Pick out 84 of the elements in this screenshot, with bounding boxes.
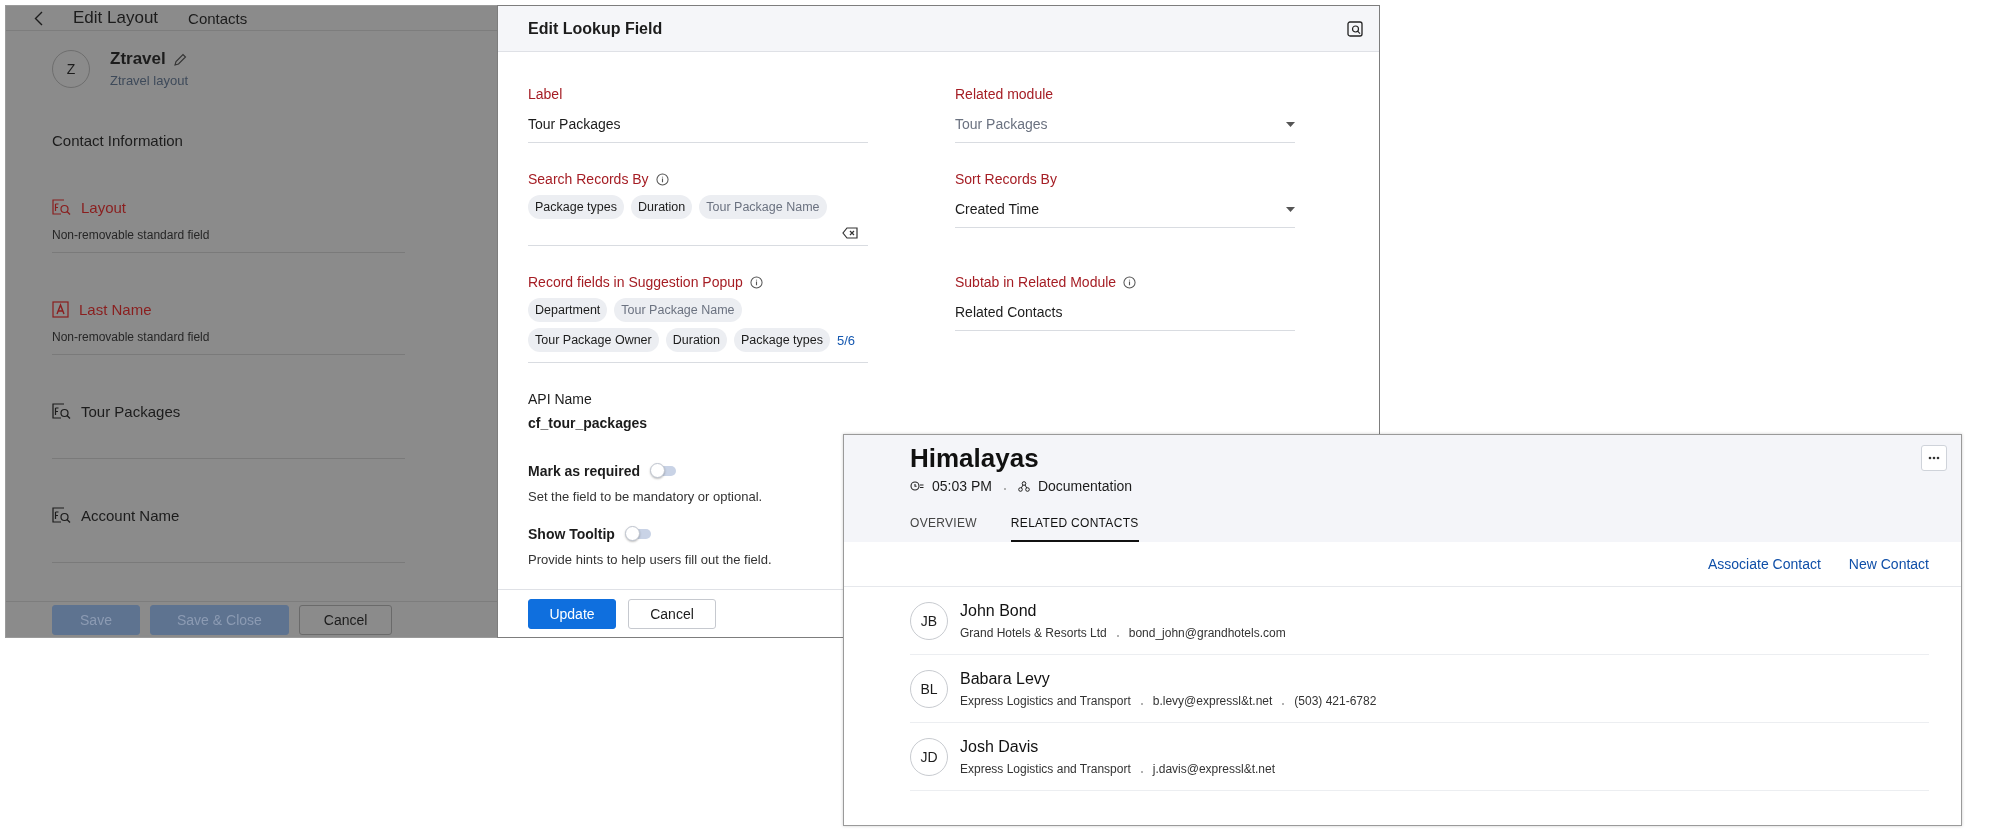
contact-detail: bond_john@grandhotels.com [1128,625,1286,640]
field-value: Created Time [955,201,1040,217]
field-label: Tour Packages [81,403,181,421]
layout-field[interactable]: Tour Packages [52,393,405,460]
field-chip: Package types [734,328,830,352]
pencil-icon[interactable] [173,53,187,66]
info-icon [749,275,763,289]
field-label: Sort Records By [955,171,1058,187]
contact-name[interactable]: Babara Levy [960,669,1377,688]
field-chip: Tour Package Name [614,298,742,322]
field-chip: Duration [665,328,727,352]
field-note: Non-removable standard field [52,228,211,243]
clear-icon[interactable] [842,227,858,239]
search-records-field[interactable]: Search Records By Package types Duration Tour Package Name [528,171,868,246]
record-tab[interactable]: OVERVIEW [910,516,977,542]
lookup-field-icon [52,507,71,525]
field-value: Tour Packages [955,116,1048,132]
layout-field[interactable]: Last Name Non-removable standard field [52,291,405,356]
field-label: Related module [955,86,1055,102]
hierarchy-icon [1017,480,1030,492]
field-label: Label [528,86,564,102]
page-title: Edit Layout [73,8,159,29]
contact-name[interactable]: John Bond [960,601,1286,620]
record-time: 05:03 PM [932,478,992,494]
toggle-hint: Provide hints to help users fill out the field. [528,552,773,567]
sort-records-select[interactable]: Sort Records By Created Time [955,171,1295,228]
record-tab[interactable]: RELATED CONTACTS [1010,516,1139,542]
info-icon [655,172,669,186]
module-name: Contacts [188,9,248,27]
field-chip: Department [528,298,608,322]
subtab-field[interactable]: Subtab in Related Module Related Contacts [955,274,1295,331]
field-note: Non-removable standard field [52,330,211,345]
section-title: Contact Information [52,132,184,150]
field-chip: Tour Package Name [699,195,827,219]
contact-detail: Express Logistics and Transport [960,761,1131,776]
form-button[interactable]: Cancel [298,604,393,635]
back-icon[interactable] [34,10,43,26]
caret-icon [1286,206,1295,212]
suggestion-fields-field[interactable]: Record fields in Suggestion Popup Department Tour Package Name Tour Package Owner Duration Package types 5/6 [528,274,868,363]
field-label: Record fields in Suggestion Popup [528,274,743,290]
more-icon [1928,456,1940,460]
field-label: Account Name [81,507,180,525]
field-label: Search Records By [528,171,649,187]
record-title: Himalayas [910,443,1039,474]
text-field-icon [52,301,69,319]
action-link[interactable]: New Contact [1848,556,1929,572]
clock-icon [910,481,924,491]
contact-detail: b.levy@expressl&t.net [1152,693,1273,708]
field-label: Layout [81,199,127,217]
field-label: Subtab in Related Module [955,274,1117,290]
layout-field[interactable]: Account Name [52,497,405,564]
record-category: Documentation [1037,478,1133,494]
toggle-label: Show Tooltip [528,526,615,542]
toggle-label: Mark as required [528,463,641,479]
field-chip: Duration [631,195,693,219]
toggle-switch[interactable] [652,466,677,476]
preview-icon[interactable] [1347,20,1363,37]
field-chip: Package types [528,195,624,219]
contact-detail: Grand Hotels & Resorts Ltd [960,625,1107,640]
info-icon [1123,275,1137,289]
contact-name[interactable]: Josh Davis [960,737,1275,756]
dialog-button[interactable]: Cancel [628,598,716,629]
layout-field[interactable]: Layout Non-removable standard field [52,189,405,254]
field-value: Tour Packages [528,116,622,132]
api-name-value: cf_tour_packages [528,415,649,431]
dialog-button[interactable]: Update [528,598,616,629]
contact-detail: (503) 421-6782 [1294,693,1377,708]
contact-detail: j.davis@expressl&t.net [1152,761,1275,776]
layout-subtitle: Ztravel layout [110,73,189,89]
lookup-field-icon [52,199,71,217]
action-link[interactable]: Associate Contact [1708,556,1821,572]
label-field[interactable]: Label Tour Packages [528,86,868,143]
field-label: Last Name [79,301,152,319]
caret-icon [1286,121,1295,127]
contact-detail: Express Logistics and Transport [960,693,1131,708]
dialog-title: Edit Lookup Field [528,19,663,38]
toggle-hint: Set the field to be mandatory or optional. [528,489,764,504]
field-chip: Tour Package Owner [528,328,659,352]
lookup-field-icon [52,403,71,421]
toggle-switch[interactable] [626,529,651,539]
field-label: API Name [528,391,593,407]
field-count: 5/6 [837,332,856,348]
field-value: Related Contacts [955,304,1064,320]
layout-name: Ztravel [110,49,166,70]
